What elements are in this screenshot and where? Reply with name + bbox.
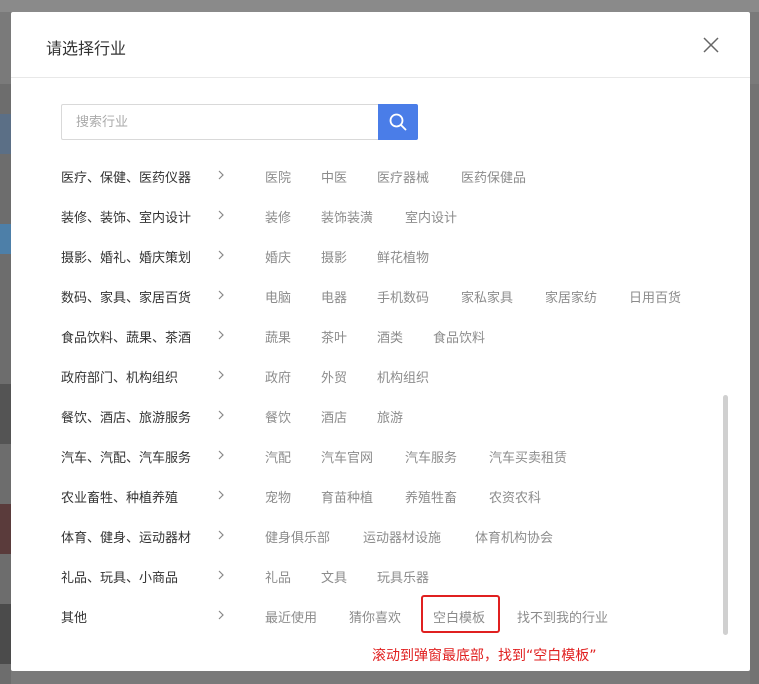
background-left-strip [0,84,11,684]
industry-option[interactable]: 酒类 [377,327,403,346]
category-label[interactable]: 农业畜牲、种植养殖 [61,487,178,506]
industry-option[interactable]: 酒店 [321,407,347,426]
chevron-right-icon [218,250,224,260]
scrollbar-thumb[interactable] [723,395,728,635]
chevron-right-icon [218,410,224,420]
industry-option[interactable]: 汽配 [265,447,291,466]
industry-option[interactable]: 宠物 [265,487,291,506]
category-row: 其他 最近使用 猜你喜欢 空白模板 找不到我的行业 [11,595,711,635]
industry-option[interactable]: 运动器材设施 [363,527,441,546]
industry-option[interactable]: 装饰装潢 [321,207,373,226]
industry-option[interactable]: 外贸 [321,367,347,386]
industry-option[interactable]: 装修 [265,207,291,226]
category-row: 食品饮料、蔬果、茶酒 蔬果 茶叶 酒类 食品饮料 [11,315,711,355]
industry-option[interactable]: 食品饮料 [433,327,485,346]
industry-option[interactable]: 鲜花植物 [377,247,429,266]
industry-option[interactable]: 室内设计 [405,207,457,226]
industry-option[interactable]: 蔬果 [265,327,291,346]
industry-option[interactable]: 养殖牲畜 [405,487,457,506]
industry-option[interactable]: 旅游 [377,407,403,426]
category-row: 汽车、汽配、汽车服务 汽配 汽车官网 汽车服务 汽车买卖租赁 [11,435,711,475]
highlight-box [421,595,500,633]
search-bar [61,104,418,140]
industry-picker-modal: 请选择行业 医疗、保健、医药仪器医院中医医疗器械医药保健品装修、装饰、室内设计装… [11,12,750,671]
industry-option[interactable]: 家私家具 [461,287,513,306]
industry-option[interactable]: 医院 [265,167,291,186]
industry-option[interactable]: 电脑 [265,287,291,306]
modal-title: 请选择行业 [46,39,127,58]
chevron-right-icon [218,370,224,380]
category-row: 医疗、保健、医药仪器 医院 中医 医疗器械 医药保健品 [11,155,711,195]
industry-option[interactable]: 家居家纺 [545,287,597,306]
industry-option[interactable]: 中医 [321,167,347,186]
close-button[interactable] [700,34,722,56]
industry-option[interactable]: 医药保健品 [461,167,526,186]
category-label[interactable]: 餐饮、酒店、旅游服务 [61,407,191,426]
chevron-right-icon [218,170,224,180]
category-label[interactable]: 医疗、保健、医药仪器 [61,167,191,186]
industry-option[interactable]: 汽车买卖租赁 [489,447,567,466]
category-row: 礼品、玩具、小商品 礼品 文具 玩具乐器 [11,555,711,595]
chevron-right-icon [218,610,224,620]
annotation-text: 滚动到弹窗最底部，找到“空白模板” [372,648,597,664]
industry-option[interactable]: 文具 [321,567,347,586]
category-row: 农业畜牲、种植养殖 宠物 育苗种植 养殖牲畜 农资农科 [11,475,711,515]
category-row: 摄影、婚礼、婚庆策划 婚庆 摄影 鲜花植物 [11,235,711,275]
category-label[interactable]: 食品饮料、蔬果、茶酒 [61,327,191,346]
search-button[interactable] [378,104,418,140]
industry-option[interactable]: 汽车服务 [405,447,457,466]
industry-option[interactable]: 礼品 [265,567,291,586]
chevron-right-icon [218,290,224,300]
category-row: 装修、装饰、室内设计 装修 装饰装潢 室内设计 [11,195,711,235]
industry-option[interactable]: 最近使用 [265,607,317,626]
search-icon [389,113,407,131]
search-input[interactable] [61,104,379,140]
industry-option[interactable]: 找不到我的行业 [517,607,608,626]
category-label[interactable]: 汽车、汽配、汽车服务 [61,447,191,466]
chevron-right-icon [218,210,224,220]
industry-option[interactable]: 玩具乐器 [377,567,429,586]
industry-option[interactable]: 日用百货 [629,287,681,306]
category-row: 餐饮、酒店、旅游服务 餐饮 酒店 旅游 [11,395,711,435]
category-label[interactable]: 体育、健身、运动器材 [61,527,191,546]
category-row: 政府部门、机构组织 政府 外贸 机构组织 [11,355,711,395]
close-icon [703,37,719,53]
industry-option[interactable]: 手机数码 [377,287,429,306]
chevron-right-icon [218,330,224,340]
industry-option[interactable]: 电器 [321,287,347,306]
industry-option[interactable]: 农资农科 [489,487,541,506]
category-label[interactable]: 其他 [61,607,87,626]
industry-option[interactable]: 医疗器械 [377,167,429,186]
chevron-right-icon [218,570,224,580]
category-label[interactable]: 政府部门、机构组织 [61,367,178,386]
chevron-right-icon [218,490,224,500]
industry-option[interactable]: 机构组织 [377,367,429,386]
chevron-right-icon [218,450,224,460]
category-label[interactable]: 装修、装饰、室内设计 [61,207,191,226]
category-row: 体育、健身、运动器材 健身俱乐部 运动器材设施 体育机构协会 [11,515,711,555]
chevron-right-icon [218,530,224,540]
industry-option[interactable]: 婚庆 [265,247,291,266]
background-top-strip [0,0,759,12]
category-label[interactable]: 摄影、婚礼、婚庆策划 [61,247,191,266]
category-label[interactable]: 礼品、玩具、小商品 [61,567,178,586]
industry-option[interactable]: 体育机构协会 [475,527,553,546]
industry-option[interactable]: 政府 [265,367,291,386]
industry-option[interactable]: 猜你喜欢 [349,607,401,626]
industry-option[interactable]: 餐饮 [265,407,291,426]
industry-option[interactable]: 育苗种植 [321,487,373,506]
background-right-strip [750,84,759,684]
category-label[interactable]: 数码、家具、家居百货 [61,287,191,306]
industry-option[interactable]: 健身俱乐部 [265,527,330,546]
industry-option[interactable]: 摄影 [321,247,347,266]
industry-option[interactable]: 汽车官网 [321,447,373,466]
category-row: 数码、家具、家居百货 电脑 电器 手机数码 家私家具 家居家纺 日用百货 [11,275,711,315]
industry-option[interactable]: 茶叶 [321,327,347,346]
modal-header: 请选择行业 [11,12,750,78]
